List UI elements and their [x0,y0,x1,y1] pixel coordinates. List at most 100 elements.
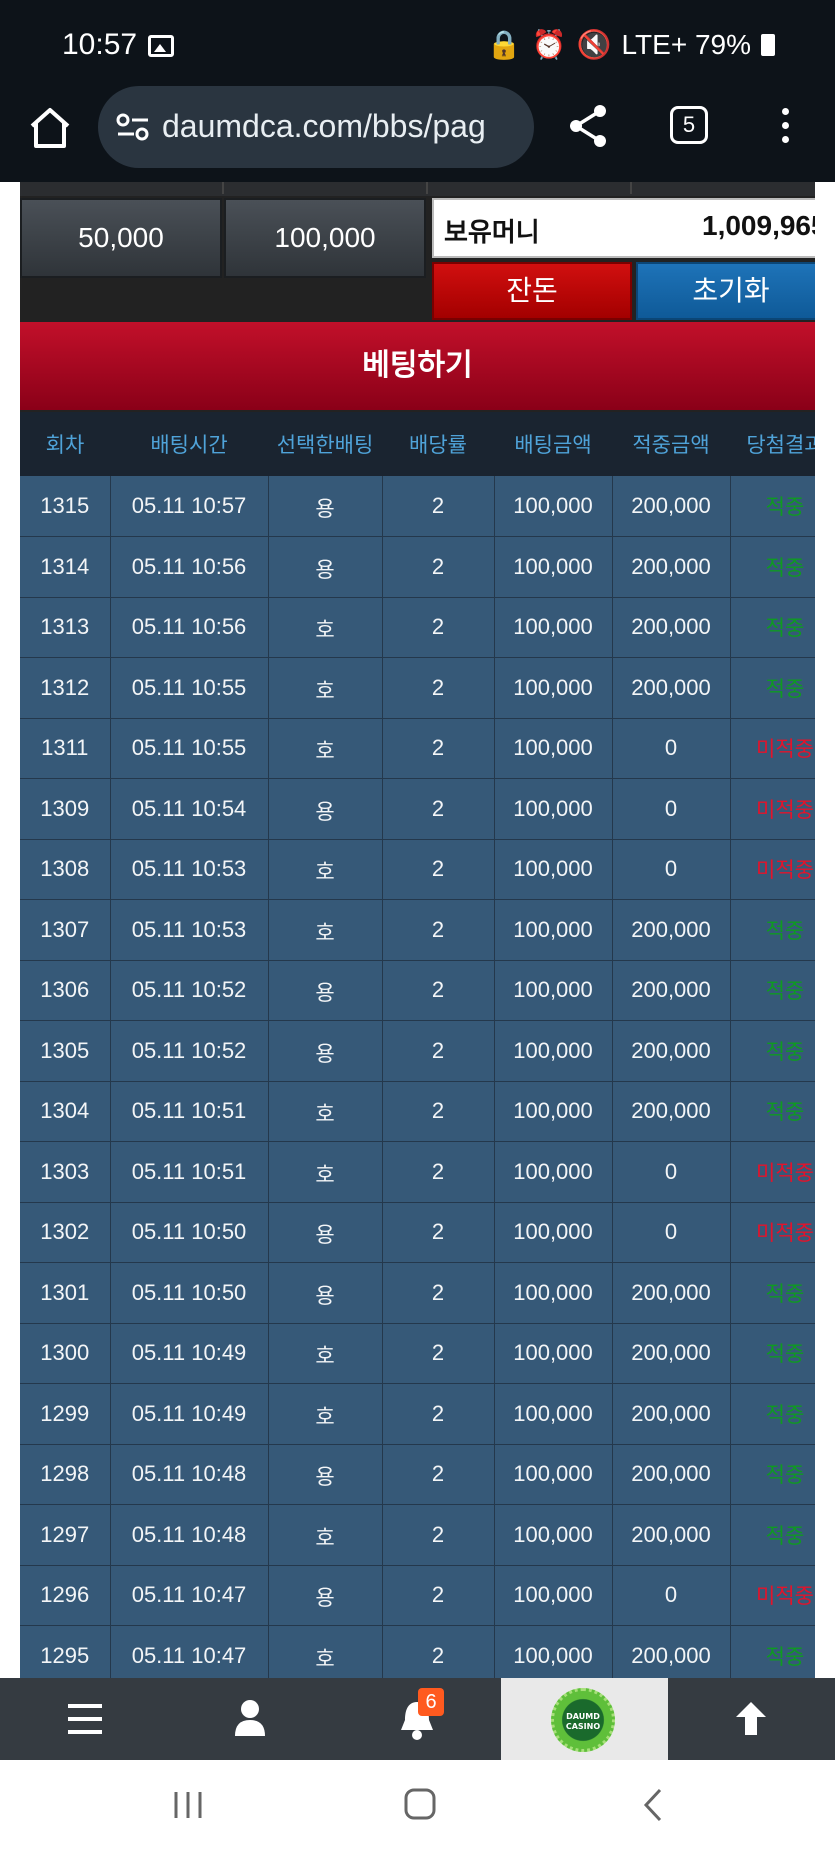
cell-bet-amount: 100,000 [494,657,613,719]
cell-result: 미적중 [730,778,815,840]
cell-odds: 2 [382,536,495,598]
cell-round: 1298 [20,1444,111,1505]
cell-round: 1303 [20,1141,111,1203]
cell-result: 적중 [730,1081,815,1142]
cell-payout: 0 [612,1141,731,1203]
recent-apps-icon[interactable] [172,1788,204,1822]
cell-selection: 용 [268,536,383,598]
cell-bet-amount: 100,000 [494,1081,613,1142]
cell-round: 1297 [20,1504,111,1566]
cell-round: 1312 [20,657,111,719]
site-settings-icon[interactable] [116,112,150,142]
cell-result: 적중 [730,536,815,598]
notification-bell-icon[interactable]: 6 [334,1678,501,1760]
cell-time: 05.11 10:52 [110,960,269,1021]
casino-logo-tab[interactable]: DAUMD CASINO [501,1678,668,1760]
chip-100000-button[interactable]: 100,000 [224,198,426,278]
table-row: 1295 05.11 10:47 호 2 100,000 200,000 적중 [20,1625,815,1678]
home-icon[interactable] [26,104,74,152]
cell-odds: 2 [382,778,495,840]
cell-odds: 2 [382,718,495,779]
cell-result: 적중 [730,1323,815,1384]
cell-bet-amount: 100,000 [494,1383,613,1445]
cell-round: 1299 [20,1383,111,1445]
cell-bet-amount: 100,000 [494,1202,613,1263]
cell-odds: 2 [382,1081,495,1142]
cell-bet-amount: 100,000 [494,1565,613,1626]
cell-round: 1313 [20,597,111,658]
gallery-notification-icon [148,35,174,57]
reset-button[interactable]: 초기화 [636,262,815,320]
cell-bet-amount: 100,000 [494,1504,613,1566]
cell-bet-amount: 100,000 [494,1262,613,1324]
cell-selection: 호 [268,1625,383,1678]
cell-result: 적중 [730,960,815,1021]
android-nav-bar [0,1760,835,1856]
cell-selection: 용 [268,1202,383,1263]
change-button[interactable]: 잔돈 [432,262,632,320]
cell-odds: 2 [382,1565,495,1626]
cell-selection: 호 [268,1504,383,1566]
cell-bet-amount: 100,000 [494,1020,613,1082]
balance-display: 보유머니 1,009,965 [432,198,815,258]
share-icon[interactable] [566,102,610,150]
cell-result: 적중 [730,476,815,537]
cell-payout: 0 [612,1202,731,1263]
cell-time: 05.11 10:53 [110,839,269,900]
scroll-top-arrow-icon[interactable] [668,1678,835,1760]
cell-payout: 200,000 [612,1262,731,1324]
table-row: 1298 05.11 10:48 용 2 100,000 200,000 적중 [20,1444,815,1505]
cell-time: 05.11 10:50 [110,1262,269,1324]
cell-round: 1305 [20,1020,111,1082]
cell-result: 미적중 [730,839,815,900]
cell-payout: 200,000 [612,657,731,719]
cell-odds: 2 [382,960,495,1021]
more-options-icon[interactable] [780,108,790,148]
cell-time: 05.11 10:57 [110,476,269,537]
cell-bet-amount: 100,000 [494,536,613,598]
cell-result: 미적중 [730,1202,815,1263]
table-row: 1313 05.11 10:56 호 2 100,000 200,000 적중 [20,597,815,658]
status-time: 10:57 [62,28,138,61]
browser-toolbar: daumdca.com/bbs/pag 5 [0,82,835,182]
chip-50000-button[interactable]: 50,000 [20,198,222,278]
table-row: 1305 05.11 10:52 용 2 100,000 200,000 적중 [20,1020,815,1082]
tabs-button[interactable]: 5 [670,106,708,144]
android-home-icon[interactable] [402,1786,438,1822]
table-row: 1312 05.11 10:55 호 2 100,000 200,000 적중 [20,657,815,719]
cell-time: 05.11 10:55 [110,657,269,719]
cell-bet-amount: 100,000 [494,1141,613,1203]
cell-result: 적중 [730,1020,815,1082]
back-icon[interactable] [640,1786,668,1824]
col-header-bet-amount: 배팅금액 [494,412,612,476]
bet-button[interactable]: 베팅하기 [20,322,815,410]
address-bar[interactable]: daumdca.com/bbs/pag [98,86,534,168]
logo-text: DAUMD CASINO [565,1712,601,1731]
cell-payout: 200,000 [612,1625,731,1678]
status-bar: 10:57 🔒 ⏰ 🔇 LTE+ 79% [0,0,835,82]
alarm-icon: ⏰ [531,29,567,60]
cell-selection: 호 [268,1141,383,1203]
cell-result: 적중 [730,657,815,719]
cell-time: 05.11 10:56 [110,536,269,598]
cell-time: 05.11 10:51 [110,1141,269,1203]
cell-round: 1295 [20,1625,111,1678]
cell-round: 1308 [20,839,111,900]
menu-icon[interactable] [0,1678,167,1760]
cell-time: 05.11 10:53 [110,899,269,961]
cell-bet-amount: 100,000 [494,778,613,840]
cell-payout: 0 [612,839,731,900]
cell-payout: 200,000 [612,476,731,537]
cell-payout: 200,000 [612,597,731,658]
table-row: 1300 05.11 10:49 호 2 100,000 200,000 적중 [20,1323,815,1384]
user-icon[interactable] [167,1678,334,1760]
url-text[interactable]: daumdca.com/bbs/pag [162,108,486,145]
cell-time: 05.11 10:50 [110,1202,269,1263]
table-row: 1297 05.11 10:48 호 2 100,000 200,000 적중 [20,1504,815,1566]
cell-round: 1301 [20,1262,111,1324]
network-status: LTE+ 79% [621,28,751,60]
lock-icon: 🔒 [486,29,522,60]
cell-bet-amount: 100,000 [494,597,613,658]
cell-result: 적중 [730,597,815,658]
cell-odds: 2 [382,1141,495,1203]
